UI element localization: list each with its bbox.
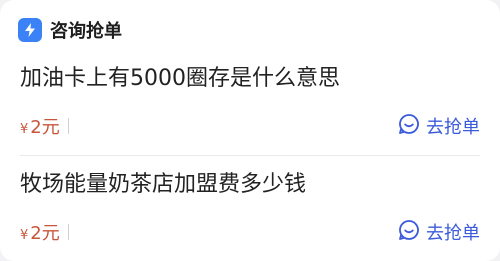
smile-chat-icon	[398, 113, 420, 139]
smile-chat-icon	[398, 219, 420, 245]
price-separator	[67, 224, 69, 240]
grab-order-button[interactable]: 去抢单	[398, 219, 480, 245]
header-title: 咨询抢单	[50, 21, 122, 42]
grab-order-label: 去抢单	[426, 117, 480, 138]
price-separator	[67, 118, 69, 134]
price-row: ¥ 2元 去抢单	[20, 218, 480, 246]
question-title[interactable]: 加油卡上有5000圈存是什么意思	[20, 60, 340, 92]
price-amount: 2元	[30, 117, 60, 138]
currency-symbol: ¥	[20, 228, 29, 243]
grab-order-button[interactable]: 去抢单	[398, 113, 480, 139]
grab-order-label: 去抢单	[426, 223, 480, 244]
item-divider	[20, 155, 480, 156]
price: ¥ 2元	[20, 113, 60, 139]
price-amount: 2元	[30, 223, 60, 244]
price: ¥ 2元	[20, 219, 60, 245]
app-bolt-icon	[18, 18, 42, 42]
consult-card: 咨询抢单 加油卡上有5000圈存是什么意思 ¥ 2元 去抢单 牧场能量奶茶店加盟…	[0, 0, 500, 261]
currency-symbol: ¥	[20, 122, 29, 137]
price-row: ¥ 2元 去抢单	[20, 112, 480, 140]
question-title[interactable]: 牧场能量奶茶店加盟费多少钱	[20, 166, 306, 198]
card-header: 咨询抢单	[18, 16, 122, 44]
